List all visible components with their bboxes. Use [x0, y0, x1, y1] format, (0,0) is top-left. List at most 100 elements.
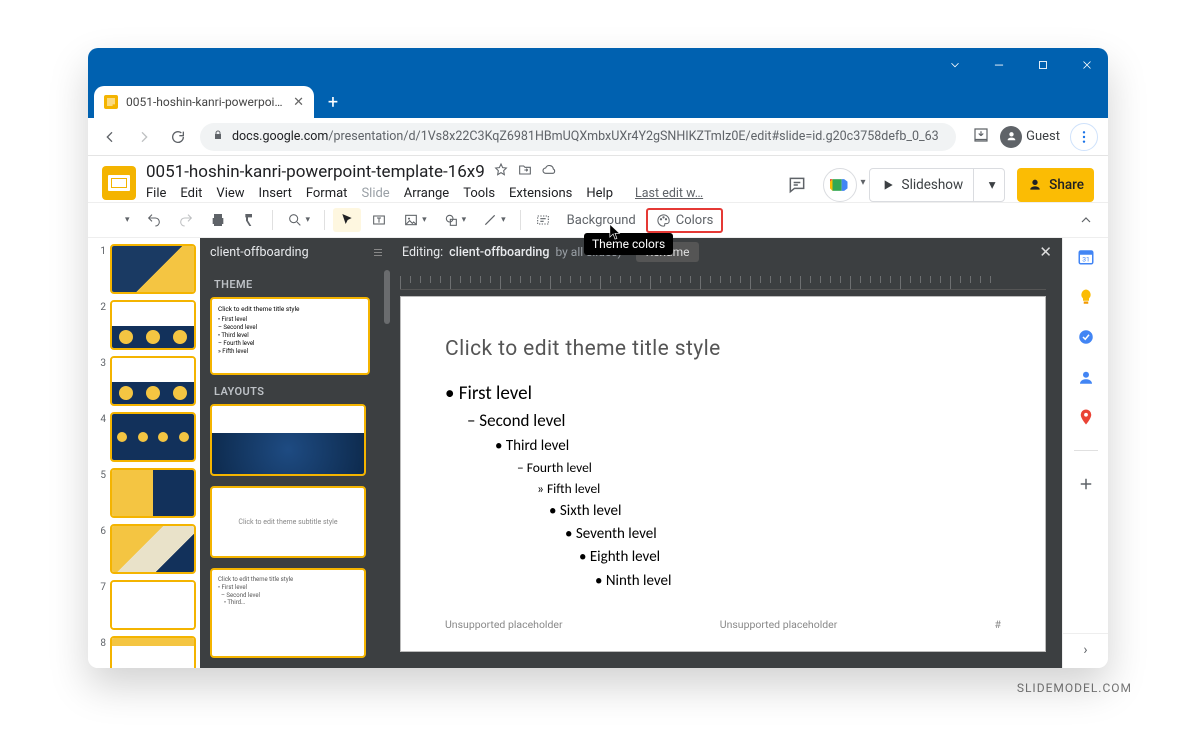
footer-placeholder-center[interactable]: Unsupported placeholder: [720, 618, 838, 631]
menu-view[interactable]: View: [216, 186, 244, 201]
undo-button[interactable]: [140, 208, 168, 232]
theme-editor-pane: client-offboarding Editing: client-offbo…: [200, 238, 1062, 668]
master-slide-thumb[interactable]: Click to edit theme title style • First …: [210, 297, 370, 375]
paint-format-button[interactable]: [236, 208, 264, 232]
document-title[interactable]: 0051-hoshin-kanri-powerpoint-template-16…: [146, 162, 485, 182]
star-icon[interactable]: [493, 162, 509, 182]
meet-button[interactable]: [823, 168, 857, 202]
print-button[interactable]: [204, 208, 232, 232]
keep-addon-icon[interactable]: [1075, 286, 1097, 308]
image-button[interactable]: ▾: [397, 208, 433, 232]
editing-label: Editing:: [402, 245, 443, 260]
menu-edit[interactable]: Edit: [180, 186, 202, 201]
colors-button[interactable]: Colors: [646, 208, 724, 233]
scrollbar-thumb[interactable]: [384, 270, 390, 324]
menu-arrange[interactable]: Arrange: [404, 186, 449, 201]
body-placeholder[interactable]: • First level – Second level • Third lev…: [445, 379, 1001, 593]
side-panel: 31 ›: [1062, 238, 1108, 668]
slide-thumb-3[interactable]: [110, 356, 196, 406]
comments-button[interactable]: [783, 171, 811, 199]
url-domain: docs.google.com: [232, 129, 328, 144]
cloud-status-icon[interactable]: [541, 162, 557, 182]
theme-layout-list[interactable]: THEME Click to edit theme title style • …: [200, 266, 392, 668]
layouts-section-label: LAYOUTS: [214, 385, 382, 398]
theme-name[interactable]: client-offboarding: [210, 245, 309, 260]
nav-reload-button[interactable]: [166, 125, 190, 149]
menu-insert[interactable]: Insert: [259, 186, 292, 201]
zoom-button[interactable]: ▾: [281, 208, 317, 232]
redo-button[interactable]: [172, 208, 200, 232]
background-button[interactable]: Background: [561, 209, 642, 232]
menu-help[interactable]: Help: [586, 186, 613, 201]
text-box-tool[interactable]: [365, 208, 393, 232]
nav-back-button[interactable]: [98, 125, 122, 149]
lock-icon: [212, 129, 224, 145]
toolbar-collapse-button[interactable]: [1072, 208, 1100, 232]
footer-placeholder-left[interactable]: Unsupported placeholder: [445, 618, 563, 631]
layout-thumb-2[interactable]: Click to edit theme subtitle style: [210, 486, 366, 558]
profile-button[interactable]: Guest: [1000, 126, 1060, 148]
svg-text:31: 31: [1082, 256, 1090, 264]
menu-file[interactable]: File: [146, 186, 166, 201]
canvas-title[interactable]: Click to edit theme title style: [445, 337, 1001, 361]
tab-strip: 0051-hoshin-kanri-powerpoint-t ✕ +: [88, 82, 1108, 118]
window-maximize-button[interactable]: [1030, 54, 1056, 76]
browser-tab[interactable]: 0051-hoshin-kanri-powerpoint-t ✕: [94, 86, 314, 118]
filmstrip[interactable]: 1 2 3 4 5 6 7 8: [88, 238, 200, 668]
tasks-addon-icon[interactable]: [1075, 326, 1097, 348]
maps-addon-icon[interactable]: [1075, 406, 1097, 428]
editor-canvas-area: Click to edit theme title style • First …: [392, 266, 1062, 668]
browser-menu-button[interactable]: [1070, 123, 1098, 151]
new-slide-button[interactable]: ▾: [100, 208, 136, 232]
window-dropdown-icon[interactable]: [942, 54, 968, 76]
last-edit-link[interactable]: Last edit w…: [635, 186, 703, 201]
slide-thumb-6[interactable]: [110, 524, 196, 574]
mouse-cursor-icon: [608, 223, 622, 245]
install-app-icon[interactable]: [972, 126, 990, 148]
window-titlebar: [88, 48, 1108, 82]
menu-tools[interactable]: Tools: [463, 186, 495, 201]
browser-window: 0051-hoshin-kanri-powerpoint-t ✕ + docs.…: [88, 48, 1108, 668]
share-button[interactable]: Share: [1017, 168, 1094, 202]
new-tab-button[interactable]: +: [320, 89, 346, 115]
slide-thumb-8[interactable]: [110, 636, 196, 668]
colors-tooltip: Theme colors: [584, 233, 673, 255]
window-close-button[interactable]: [1074, 54, 1100, 76]
contacts-addon-icon[interactable]: [1075, 366, 1097, 388]
footer-page-number[interactable]: #: [995, 618, 1001, 631]
master-canvas[interactable]: Click to edit theme title style • First …: [400, 296, 1046, 652]
insert-placeholder-button[interactable]: [529, 208, 557, 232]
slides-favicon: [104, 95, 118, 109]
layout-thumb-3[interactable]: Click to edit theme title style• First l…: [210, 568, 366, 658]
slides-app-icon[interactable]: [102, 166, 136, 200]
slide-thumb-1[interactable]: [110, 244, 196, 294]
nav-forward-button[interactable]: [132, 125, 156, 149]
select-tool[interactable]: [333, 208, 361, 232]
slide-thumb-7[interactable]: [110, 580, 196, 630]
drag-handle-icon[interactable]: [374, 249, 382, 256]
slide-thumb-5[interactable]: [110, 468, 196, 518]
slide-thumb-4[interactable]: [110, 412, 196, 462]
toolbar: ▾ ▾ ▾ ▾ ▾ Background Colors Theme colors: [88, 202, 1108, 238]
layout-thumb-1[interactable]: [210, 404, 366, 476]
slideshow-dropdown[interactable]: ▾: [980, 169, 1004, 201]
docbar: 0051-hoshin-kanri-powerpoint-template-16…: [88, 156, 1108, 202]
url-path: /presentation/d/1Vs8x22C3KqZ6981HBmUQXmb…: [328, 129, 938, 144]
omnibox[interactable]: docs.google.com/presentation/d/1Vs8x22C3…: [200, 123, 956, 151]
share-label: Share: [1049, 177, 1084, 193]
shape-button[interactable]: ▾: [437, 208, 473, 232]
ruler: [400, 276, 1046, 290]
menu-format[interactable]: Format: [306, 186, 348, 201]
slide-thumb-2[interactable]: [110, 300, 196, 350]
move-icon[interactable]: [517, 162, 533, 182]
window-minimize-button[interactable]: [986, 54, 1012, 76]
sidepanel-collapse-button[interactable]: ›: [1063, 633, 1108, 658]
get-addons-button[interactable]: [1075, 473, 1097, 495]
line-tool[interactable]: ▾: [476, 208, 512, 232]
tab-close-icon[interactable]: ✕: [293, 95, 304, 110]
app-canvas: 0051-hoshin-kanri-powerpoint-template-16…: [88, 156, 1108, 668]
calendar-addon-icon[interactable]: 31: [1075, 246, 1097, 268]
slideshow-button[interactable]: Slideshow ▾: [869, 168, 1006, 202]
close-theme-editor-button[interactable]: ✕: [1039, 243, 1052, 261]
menu-extensions[interactable]: Extensions: [509, 186, 572, 201]
